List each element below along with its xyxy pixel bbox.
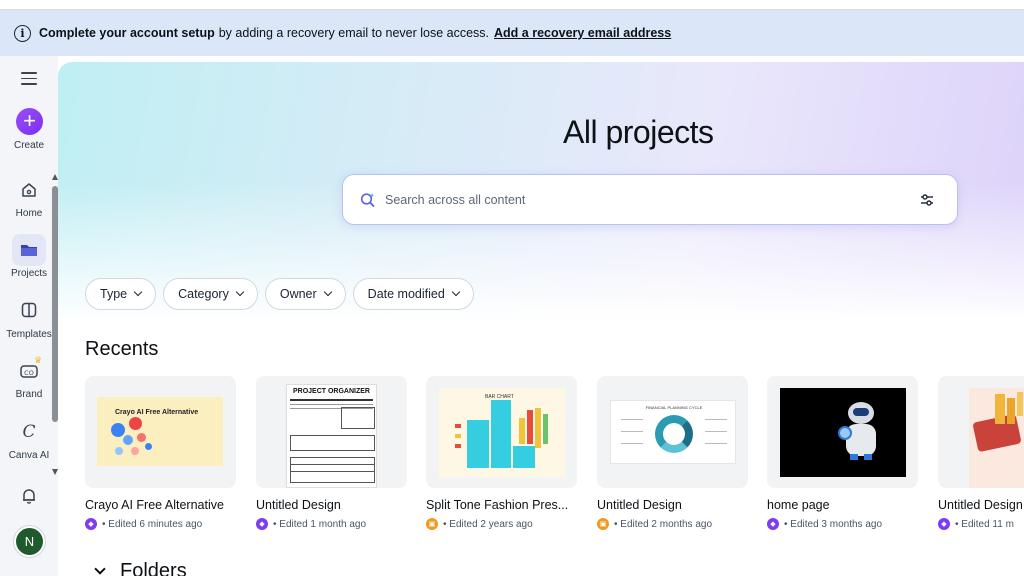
account-setup-banner: i Complete your account setup by adding …	[0, 10, 1024, 56]
info-icon: i	[14, 24, 31, 42]
notifications-bell-icon[interactable]	[12, 480, 46, 512]
filter-type-chip[interactable]: Type	[85, 278, 157, 310]
templates-icon[interactable]	[12, 294, 46, 326]
sidebar: + Create Home Projects Templates ♛ CO Br…	[0, 56, 58, 576]
recents-heading: Recents	[85, 338, 159, 360]
banner-strong-text: Complete your account setup	[39, 26, 215, 40]
design-edited-time: Edited 11 m	[961, 518, 1014, 530]
banner-message: by adding a recovery email to never lose…	[218, 26, 490, 40]
design-thumbnail: FINANCIAL PLANNING CYCLE	[597, 376, 748, 488]
home-icon[interactable]	[12, 174, 46, 206]
add-recovery-email-link[interactable]: Add a recovery email address	[494, 26, 671, 40]
recent-design-card[interactable]: PROJECT ORGANIZER Untitled Design ◆ • Edi…	[256, 376, 407, 530]
design-thumbnail	[938, 376, 1024, 488]
chip-label: Category	[178, 287, 229, 301]
design-title: home page	[767, 498, 830, 512]
search-input[interactable]	[385, 192, 885, 207]
chevron-down-icon	[133, 287, 143, 297]
design-thumbnail: BAR CHART	[426, 376, 577, 488]
chip-label: Date modified	[367, 287, 445, 301]
chevron-down-icon	[451, 287, 461, 297]
create-button[interactable]: +	[16, 108, 43, 135]
design-thumbnail: PROJECT ORGANIZER	[256, 376, 407, 488]
sidebar-item-home-label[interactable]: Home	[0, 208, 58, 219]
design-type-icon: ◆	[85, 518, 97, 530]
search-bar[interactable]	[342, 174, 958, 225]
sidebar-item-projects-label[interactable]: Projects	[0, 268, 58, 279]
folders-heading: Folders	[120, 560, 187, 576]
design-thumbnail: Crayo AI Free Alternative	[85, 376, 236, 488]
design-title: Untitled Design	[938, 498, 1023, 512]
design-title: Untitled Design	[256, 498, 341, 512]
chevron-down-icon	[323, 287, 332, 297]
sidebar-item-brand-label[interactable]: Brand	[0, 389, 58, 400]
folders-section-toggle[interactable]: Folders	[94, 560, 187, 576]
sidebar-item-canva-ai-label[interactable]: Canva AI	[0, 450, 58, 461]
design-thumbnail	[767, 376, 918, 488]
recent-design-card[interactable]: Untitled Design ◆ • Edited 11 m	[938, 376, 1024, 530]
folder-icon[interactable]	[12, 234, 46, 266]
top-strip	[0, 0, 1024, 10]
page-title: All projects	[563, 114, 714, 150]
sidebar-item-create-label[interactable]: Create	[0, 140, 58, 151]
chip-label: Owner	[279, 287, 317, 301]
thumb-text: Crayo AI Free Alternative	[115, 409, 199, 416]
design-title: Untitled Design	[597, 498, 682, 512]
design-type-icon: ◆	[767, 518, 779, 530]
filter-date-modified-chip[interactable]: Date modified	[352, 278, 474, 310]
design-title: Split Tone Fashion Pres...	[426, 498, 569, 512]
design-title: Crayo AI Free Alternative	[85, 498, 224, 512]
recent-design-card[interactable]: Crayo AI Free Alternative Crayo AI Free …	[85, 376, 236, 530]
design-type-icon: ◆	[938, 518, 950, 530]
avatar-initial: N	[24, 534, 35, 549]
filter-owner-chip[interactable]: Owner	[264, 278, 346, 310]
chevron-down-icon	[235, 287, 245, 297]
design-edited-time: Edited 3 months ago	[790, 518, 883, 530]
design-type-icon: ◆	[256, 518, 268, 530]
design-type-icon: ▣	[597, 518, 609, 530]
recent-design-card[interactable]: BAR CHART Split Tone Fashion Pres... ▣ • …	[426, 376, 577, 530]
filter-chips: Type Category Owner Date modified	[85, 278, 474, 310]
brand-icon[interactable]: CO	[12, 355, 46, 387]
filter-category-chip[interactable]: Category	[163, 278, 258, 310]
main-content: All projects Type Category Owner Date mo…	[58, 62, 1024, 576]
svg-text:CO: CO	[24, 369, 34, 377]
recent-design-card[interactable]: home page ◆ • Edited 3 months ago	[767, 376, 918, 530]
search-icon	[360, 192, 375, 207]
thumb-text: PROJECT ORGANIZER	[292, 388, 370, 395]
chevron-down-icon	[94, 563, 106, 575]
design-type-icon: ▣	[426, 518, 438, 530]
thumb-text: FINANCIAL PLANNING CYCLE	[645, 405, 703, 410]
avatar[interactable]: N	[16, 528, 43, 555]
design-edited-time: Edited 2 years ago	[449, 518, 533, 530]
design-edited-time: Edited 2 months ago	[620, 518, 713, 530]
design-edited-time: Edited 6 minutes ago	[108, 518, 203, 530]
sidebar-item-templates-label[interactable]: Templates	[0, 329, 58, 340]
design-edited-time: Edited 1 month ago	[279, 518, 367, 530]
chip-label: Type	[100, 287, 128, 301]
recent-design-card[interactable]: FINANCIAL PLANNING CYCLE Untitled Design…	[597, 376, 748, 530]
hamburger-menu-icon[interactable]	[21, 72, 37, 86]
canva-ai-icon[interactable]: C	[12, 416, 46, 448]
filter-settings-icon[interactable]	[919, 192, 935, 208]
